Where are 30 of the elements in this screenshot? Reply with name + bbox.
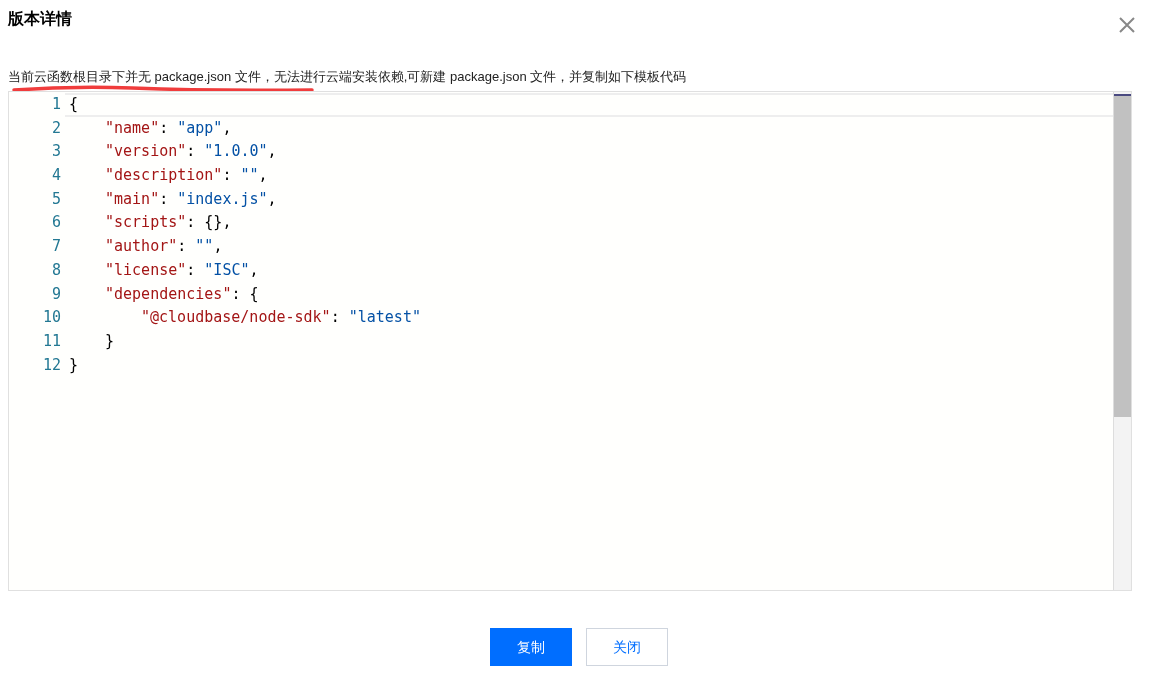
line-number: 10: [41, 307, 62, 329]
line-number: 8: [50, 259, 62, 281]
line-number: 12: [41, 354, 62, 376]
close-icon: [1118, 15, 1136, 34]
code-line: }: [68, 354, 80, 376]
code-line: "license": "ISC",: [104, 259, 260, 281]
line-number: 9: [50, 283, 62, 305]
code-line: "@cloudbase/node-sdk": "latest": [140, 307, 422, 329]
code-line: "dependencies": {: [104, 283, 260, 305]
scrollbar-thumb[interactable]: [1114, 94, 1131, 417]
notice-text: 当前云函数根目录下并无 package.json 文件，无法进行云端安装依赖,可新建 package.json 文件，并复制如下模板代码: [8, 67, 687, 87]
copy-button[interactable]: 复制: [490, 628, 572, 666]
close-dialog-button[interactable]: 关闭: [586, 628, 668, 666]
code-line: }: [104, 330, 116, 352]
code-line: "description": "",: [104, 165, 269, 187]
dialog-title: 版本详情: [8, 9, 72, 29]
line-number: 3: [50, 141, 62, 163]
line-number: 11: [41, 330, 62, 352]
code-line: "author": "",: [104, 236, 224, 258]
code-line: "main": "index.js",: [104, 188, 278, 210]
line-number: 5: [50, 188, 62, 210]
code-line: "version": "1.0.0",: [104, 141, 278, 163]
line-number: 1: [50, 94, 62, 115]
line-number: 4: [50, 165, 62, 187]
line-number: 7: [50, 236, 62, 258]
code-line: "name": "app",: [104, 117, 233, 139]
line-number: 2: [50, 117, 62, 139]
line-number: 6: [50, 212, 62, 234]
code-line: "scripts": {},: [104, 212, 233, 234]
code-line: {: [65, 93, 1113, 117]
